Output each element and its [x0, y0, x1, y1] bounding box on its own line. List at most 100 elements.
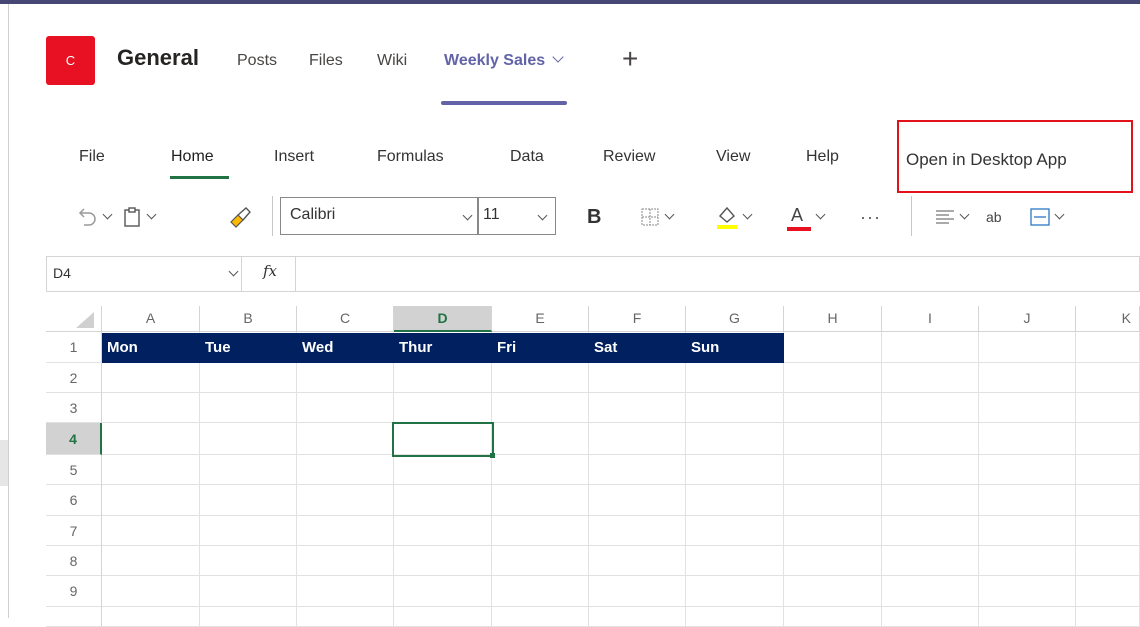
- cell-a4[interactable]: [102, 423, 200, 455]
- cell-b2[interactable]: [200, 363, 297, 393]
- cell-d1[interactable]: Thur: [394, 333, 492, 363]
- cell-f8[interactable]: [589, 546, 686, 576]
- cell-i7[interactable]: [882, 516, 979, 546]
- cell-k7[interactable]: [1076, 516, 1140, 546]
- column-header-j[interactable]: J: [979, 306, 1076, 332]
- cell-e8[interactable]: [492, 546, 589, 576]
- cell-g4[interactable]: [686, 423, 784, 455]
- cell-c6[interactable]: [297, 485, 394, 516]
- fill-handle[interactable]: [490, 453, 495, 458]
- cell-j4[interactable]: [979, 423, 1076, 455]
- column-header-h[interactable]: H: [784, 306, 882, 332]
- cell-g3[interactable]: [686, 393, 784, 423]
- cell-e3[interactable]: [492, 393, 589, 423]
- tab-files[interactable]: Files: [309, 52, 343, 70]
- column-header-e[interactable]: E: [492, 306, 589, 332]
- cell-g8[interactable]: [686, 546, 784, 576]
- cell-j6[interactable]: [979, 485, 1076, 516]
- cell-a2[interactable]: [102, 363, 200, 393]
- cell-e6[interactable]: [492, 485, 589, 516]
- cell-c2[interactable]: [297, 363, 394, 393]
- menu-formulas[interactable]: Formulas: [377, 148, 444, 166]
- column-header-k[interactable]: K: [1076, 306, 1140, 332]
- cell-h9[interactable]: [784, 576, 882, 607]
- cell-j5[interactable]: [979, 455, 1076, 485]
- cell-f9[interactable]: [589, 576, 686, 607]
- cell-k10[interactable]: [1076, 607, 1140, 627]
- bold-button[interactable]: B: [587, 200, 601, 234]
- row-header-4[interactable]: 4: [46, 423, 102, 455]
- menu-file[interactable]: File: [79, 148, 105, 166]
- cell-c5[interactable]: [297, 455, 394, 485]
- column-header-g[interactable]: G: [686, 306, 784, 332]
- cell-j10[interactable]: [979, 607, 1076, 627]
- cell-c9[interactable]: [297, 576, 394, 607]
- cell-c3[interactable]: [297, 393, 394, 423]
- team-avatar[interactable]: C: [46, 36, 95, 85]
- cell-j9[interactable]: [979, 576, 1076, 607]
- add-tab-button[interactable]: +: [622, 43, 638, 75]
- paste-button[interactable]: [122, 200, 157, 234]
- cell-a6[interactable]: [102, 485, 200, 516]
- cell-a10[interactable]: [102, 607, 200, 627]
- cell-i9[interactable]: [882, 576, 979, 607]
- cell-d2[interactable]: [394, 363, 492, 393]
- cell-c7[interactable]: [297, 516, 394, 546]
- cell-k4[interactable]: [1076, 423, 1140, 455]
- cell-d9[interactable]: [394, 576, 492, 607]
- cell-h8[interactable]: [784, 546, 882, 576]
- formula-input[interactable]: [300, 260, 1130, 288]
- cell-j7[interactable]: [979, 516, 1076, 546]
- cell-b4[interactable]: [200, 423, 297, 455]
- cell-a3[interactable]: [102, 393, 200, 423]
- name-box[interactable]: [46, 256, 242, 292]
- row-header-6[interactable]: 6: [46, 485, 102, 516]
- open-in-desktop-app-button[interactable]: Open in Desktop App: [906, 150, 1067, 170]
- cell-d3[interactable]: [394, 393, 492, 423]
- cell-k3[interactable]: [1076, 393, 1140, 423]
- row-header-3[interactable]: 3: [46, 393, 102, 423]
- row-header-10[interactable]: [46, 607, 102, 627]
- menu-home[interactable]: Home: [171, 148, 214, 166]
- cell-e2[interactable]: [492, 363, 589, 393]
- cell-f4[interactable]: [589, 423, 686, 455]
- row-header-2[interactable]: 2: [46, 363, 102, 393]
- cell-e7[interactable]: [492, 516, 589, 546]
- cell-i3[interactable]: [882, 393, 979, 423]
- cell-d7[interactable]: [394, 516, 492, 546]
- cell-i1[interactable]: [882, 332, 979, 363]
- cell-f10[interactable]: [589, 607, 686, 627]
- cell-e1[interactable]: Fri: [492, 333, 589, 363]
- cell-h10[interactable]: [784, 607, 882, 627]
- column-header-f[interactable]: F: [589, 306, 686, 332]
- more-options-button[interactable]: ···: [860, 200, 881, 234]
- cell-c4[interactable]: [297, 423, 394, 455]
- cell-a1[interactable]: Mon: [102, 333, 200, 363]
- merge-center-button[interactable]: [1030, 200, 1065, 234]
- cell-f5[interactable]: [589, 455, 686, 485]
- cell-k9[interactable]: [1076, 576, 1140, 607]
- cell-h6[interactable]: [784, 485, 882, 516]
- cell-c1[interactable]: Wed: [297, 333, 394, 363]
- menu-insert[interactable]: Insert: [274, 148, 314, 166]
- cell-d5[interactable]: [394, 455, 492, 485]
- cell-b9[interactable]: [200, 576, 297, 607]
- cell-h7[interactable]: [784, 516, 882, 546]
- cell-k1[interactable]: [1076, 332, 1140, 363]
- cell-d6[interactable]: [394, 485, 492, 516]
- cell-c8[interactable]: [297, 546, 394, 576]
- cell-a5[interactable]: [102, 455, 200, 485]
- chevron-down-icon[interactable]: [552, 51, 564, 63]
- font-color-button[interactable]: A: [787, 200, 826, 234]
- cell-a9[interactable]: [102, 576, 200, 607]
- cell-d8[interactable]: [394, 546, 492, 576]
- cell-i4[interactable]: [882, 423, 979, 455]
- align-button[interactable]: [935, 200, 970, 234]
- menu-review[interactable]: Review: [603, 148, 655, 166]
- cell-k8[interactable]: [1076, 546, 1140, 576]
- column-header-d[interactable]: D: [394, 306, 492, 332]
- cell-f2[interactable]: [589, 363, 686, 393]
- cell-h3[interactable]: [784, 393, 882, 423]
- cell-h4[interactable]: [784, 423, 882, 455]
- cell-e4[interactable]: [492, 423, 589, 455]
